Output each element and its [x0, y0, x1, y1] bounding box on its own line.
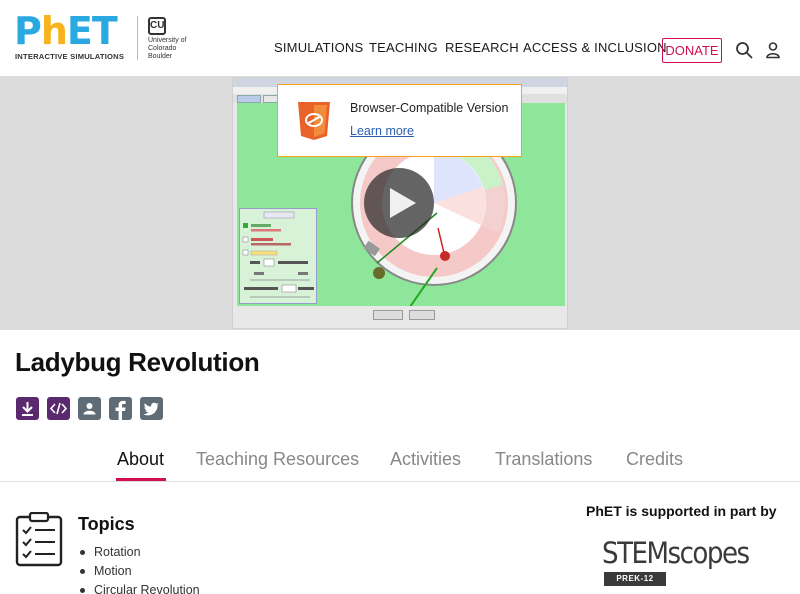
topic-bullet: [80, 569, 85, 574]
nav-access-inclusion[interactable]: ACCESS & INCLUSION: [523, 40, 667, 55]
tab-about[interactable]: About: [117, 449, 164, 470]
university-logo[interactable]: CU University of Colorado Boulder: [148, 17, 198, 63]
classroom-icon: [83, 403, 96, 415]
topic-bullet: [80, 588, 85, 593]
phet-logo[interactable]: PhET INTERACTIVE SIMULATIONS: [14, 10, 128, 62]
site-header: PhET INTERACTIVE SIMULATIONS CU Universi…: [0, 0, 800, 76]
embed-icon: [49, 402, 68, 415]
download-button[interactable]: [16, 397, 39, 420]
twitter-share-button[interactable]: [140, 397, 163, 420]
checklist-icon: [15, 512, 63, 567]
nav-simulations[interactable]: SIMULATIONS: [274, 40, 363, 55]
play-icon: [390, 188, 416, 218]
download-icon: [22, 402, 33, 416]
facebook-share-button[interactable]: [109, 397, 132, 420]
browser-compatible-notice: Browser-Compatible Version Learn more: [277, 84, 522, 157]
learn-more-link[interactable]: Learn more: [350, 124, 414, 138]
page-title: Ladybug Revolution: [15, 347, 260, 377]
stemscopes-logo[interactable]: STEMscopes PREK-12: [602, 536, 762, 588]
cu-mark-icon: CU: [148, 17, 166, 35]
topic-bullet: [80, 550, 85, 555]
topic-item: Rotation: [94, 545, 141, 559]
search-icon[interactable]: [735, 41, 753, 59]
donate-button[interactable]: DONATE: [662, 38, 722, 63]
nav-research[interactable]: RESEARCH: [445, 40, 519, 55]
logo-divider: [137, 16, 138, 60]
sponsor-name: STEMscopes: [602, 536, 750, 570]
sim-control-panel: [239, 208, 317, 304]
user-icon[interactable]: [764, 41, 782, 59]
support-heading: PhET is supported in part by: [586, 503, 777, 519]
embed-button[interactable]: [47, 397, 70, 420]
tab-teaching-resources[interactable]: Teaching Resources: [196, 449, 359, 470]
active-tab-indicator: [116, 478, 166, 481]
notice-title: Browser-Compatible Version: [350, 101, 509, 115]
classroom-button[interactable]: [78, 397, 101, 420]
tab-translations[interactable]: Translations: [495, 449, 592, 470]
play-button[interactable]: [364, 168, 434, 238]
tab-credits[interactable]: Credits: [626, 449, 683, 470]
logo-wordmark: PhET: [14, 9, 118, 53]
nav-teaching[interactable]: TEACHING: [369, 40, 438, 55]
university-name: University of Colorado Boulder: [148, 37, 187, 60]
tab-activities[interactable]: Activities: [390, 449, 461, 470]
html5-icon: [298, 102, 330, 140]
twitter-icon: [143, 402, 159, 416]
logo-subtitle: INTERACTIVE SIMULATIONS: [15, 52, 125, 61]
topic-item: Circular Revolution: [94, 583, 200, 594]
facebook-icon: [115, 400, 126, 420]
topic-item: Motion: [94, 564, 132, 578]
sponsor-badge: PREK-12: [604, 572, 666, 586]
topics-heading: Topics: [78, 514, 135, 534]
tab-bar-divider: [0, 481, 800, 482]
